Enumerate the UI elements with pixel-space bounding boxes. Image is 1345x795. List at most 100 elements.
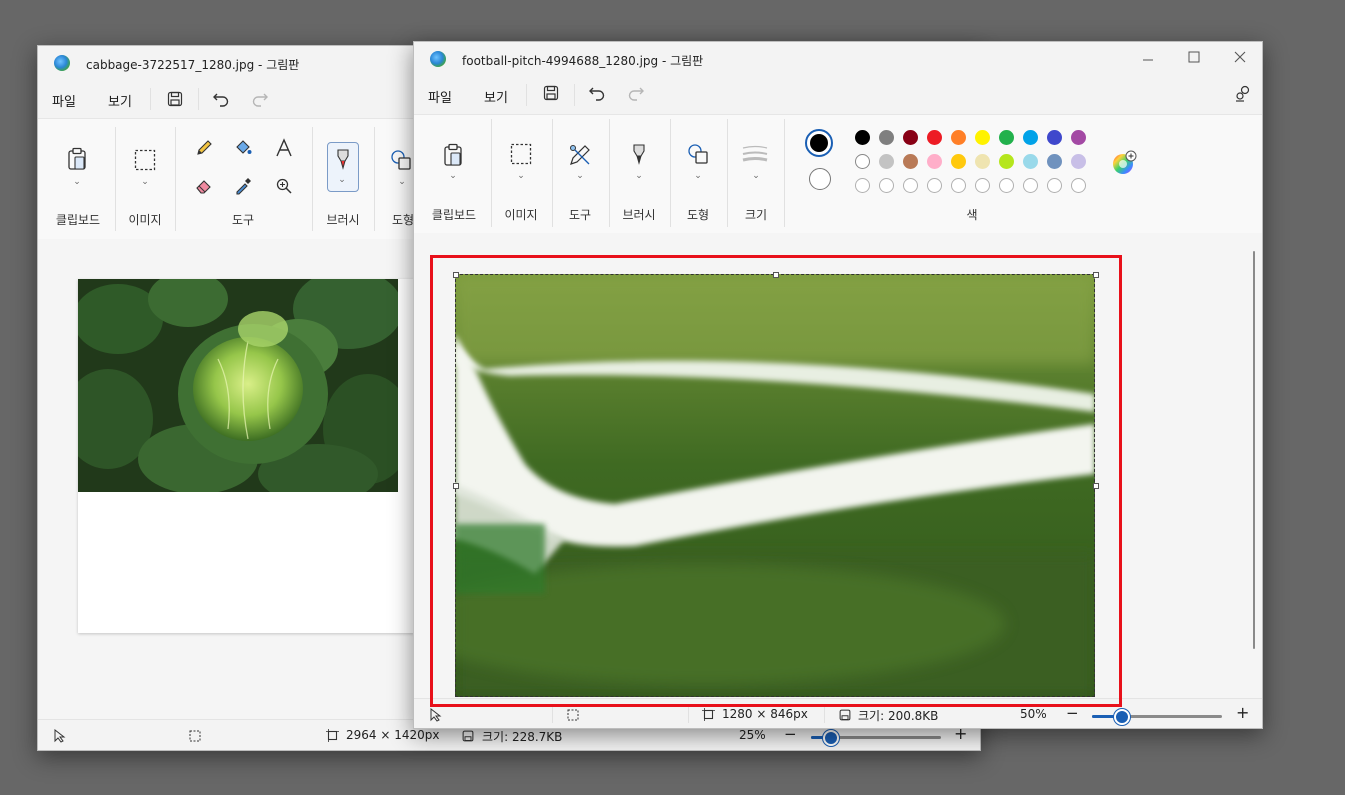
window-title: cabbage-3722517_1280.jpg - 그림판 [86, 58, 300, 72]
file-size-icon [839, 709, 851, 721]
color-swatch[interactable] [903, 154, 918, 169]
cursor-icon [430, 708, 442, 722]
group-size-label: 크기 [744, 208, 768, 222]
color-swatch[interactable] [903, 130, 918, 145]
clipboard-icon[interactable] [67, 147, 87, 171]
custom-color-slot[interactable] [999, 178, 1014, 193]
color-swatch[interactable] [1071, 130, 1086, 145]
color-swatch[interactable] [879, 154, 894, 169]
group-shapes-label: 도형 [686, 208, 710, 222]
title-bar[interactable]: football-pitch-4994688_1280.jpg - 그림판 [414, 42, 1262, 78]
save-icon[interactable] [167, 91, 183, 107]
eraser-icon[interactable] [195, 177, 213, 195]
select-icon[interactable] [134, 149, 156, 171]
color-swatch[interactable] [879, 130, 894, 145]
color-swatch[interactable] [1047, 130, 1062, 145]
undo-icon[interactable] [588, 84, 606, 102]
shapes-icon[interactable] [687, 143, 709, 165]
brush-icon[interactable] [631, 143, 647, 165]
custom-color-slot[interactable] [1071, 178, 1086, 193]
canvas-size-icon [326, 729, 339, 742]
settings-icon[interactable] [1234, 84, 1252, 102]
clipboard-icon[interactable] [443, 143, 463, 167]
group-colors-label: 색 [966, 208, 978, 222]
custom-color-slot[interactable] [975, 178, 990, 193]
zoom-in-icon[interactable]: + [1236, 703, 1249, 722]
maximize-icon[interactable] [1188, 51, 1200, 63]
brush-icon [337, 149, 349, 170]
zoom-level[interactable]: 50% [1020, 707, 1047, 721]
paint-app-icon [54, 55, 70, 71]
custom-color-slot[interactable] [855, 178, 870, 193]
selection-icon [567, 709, 579, 721]
secondary-color[interactable] [809, 168, 831, 190]
group-brushes-label: 브러시 [622, 208, 656, 222]
color-swatch[interactable] [855, 130, 870, 145]
color-swatch[interactable] [1071, 154, 1086, 169]
file-size: 크기: 228.7KB [482, 730, 563, 744]
color-swatch[interactable] [1023, 130, 1038, 145]
primary-color[interactable] [805, 129, 833, 157]
size-icon[interactable] [742, 145, 768, 163]
canvas-dimensions: 2964 × 1420px [346, 728, 440, 742]
custom-color-slot[interactable] [927, 178, 942, 193]
color-swatch[interactable] [975, 130, 990, 145]
redo-icon[interactable] [251, 90, 269, 108]
file-size: 크기: 200.8KB [858, 709, 939, 723]
color-swatch[interactable] [999, 130, 1014, 145]
custom-color-slot[interactable] [879, 178, 894, 193]
custom-color-slot[interactable] [1047, 178, 1062, 193]
custom-color-slot[interactable] [903, 178, 918, 193]
canvas-size-icon [702, 708, 715, 721]
group-image-label: 이미지 [504, 208, 538, 222]
color-picker-icon[interactable] [234, 177, 252, 195]
ribbon: ⌄ 클립보드 ⌄ 이미지 ⌄ 도구 ⌄ 브러시 ⌄ 도형 ⌄ 크기 색 [414, 114, 1262, 234]
edit-colors-icon[interactable] [1111, 150, 1137, 176]
color-swatch[interactable] [975, 154, 990, 169]
custom-color-slot[interactable] [951, 178, 966, 193]
color-palette [855, 130, 1095, 196]
group-tools-label: 도구 [231, 213, 255, 227]
zoom-level[interactable]: 25% [739, 728, 766, 742]
color-swatch[interactable] [927, 154, 942, 169]
selection-icon [189, 730, 201, 742]
fill-icon[interactable] [234, 139, 252, 157]
shapes-icon[interactable] [390, 149, 412, 171]
group-tools-label: 도구 [568, 208, 592, 222]
cursor-icon [54, 729, 66, 743]
window-title: football-pitch-4994688_1280.jpg - 그림판 [462, 54, 704, 68]
group-clipboard-label: 클립보드 [55, 213, 101, 227]
magnifier-icon[interactable] [275, 177, 293, 195]
menu-file[interactable]: 파일 [428, 87, 452, 106]
group-brushes-label: 브러시 [326, 213, 360, 227]
paint-app-icon [430, 51, 446, 67]
undo-icon[interactable] [212, 90, 230, 108]
cabbage-image [78, 279, 398, 492]
color-swatch[interactable] [951, 154, 966, 169]
file-size-icon [462, 730, 474, 742]
color-swatch[interactable] [951, 130, 966, 145]
zoom-slider-thumb[interactable] [823, 730, 839, 746]
custom-color-slot[interactable] [1023, 178, 1038, 193]
text-icon[interactable] [275, 138, 293, 158]
save-icon[interactable] [543, 85, 559, 101]
select-icon[interactable] [510, 143, 532, 165]
vertical-scrollbar[interactable] [1253, 251, 1255, 649]
zoom-slider-thumb[interactable] [1114, 709, 1130, 725]
tools-icon[interactable] [568, 143, 592, 167]
close-icon[interactable] [1234, 51, 1246, 63]
menu-view[interactable]: 보기 [484, 87, 508, 106]
canvas[interactable] [78, 279, 414, 633]
color-swatch[interactable] [1023, 154, 1038, 169]
color-swatch[interactable] [999, 154, 1014, 169]
menu-view[interactable]: 보기 [108, 91, 132, 110]
menu-file[interactable]: 파일 [52, 91, 76, 110]
color-swatch[interactable] [855, 154, 870, 169]
group-clipboard-label: 클립보드 [431, 208, 477, 222]
color-swatch[interactable] [927, 130, 942, 145]
menu-bar: 파일 보기 [414, 78, 1262, 114]
pencil-icon[interactable] [195, 139, 213, 157]
color-swatch[interactable] [1047, 154, 1062, 169]
minimize-icon[interactable] [1142, 55, 1154, 65]
redo-icon[interactable] [627, 84, 645, 102]
